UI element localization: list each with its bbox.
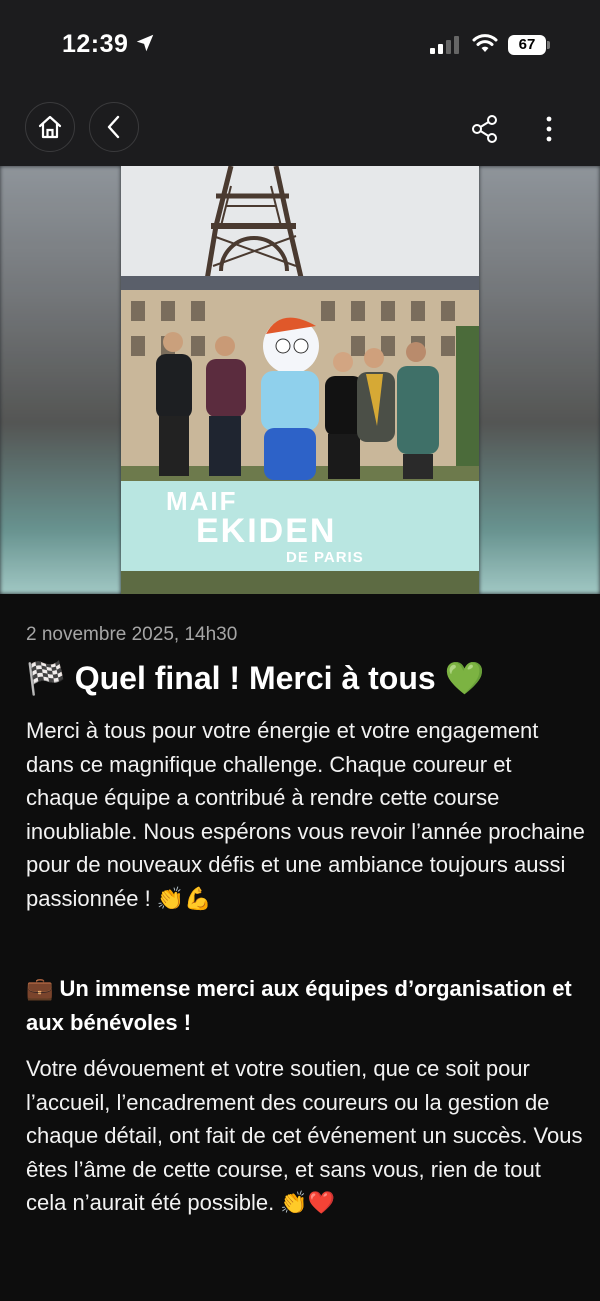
hero-image[interactable]: MAIF EKIDEN DE PARIS: [0, 166, 600, 594]
svg-text:DE PARIS: DE PARIS: [286, 549, 364, 566]
svg-text:EKIDEN: EKIDEN: [196, 512, 336, 550]
hero-blurred-background-right: [479, 166, 600, 594]
share-icon[interactable]: [470, 114, 500, 144]
more-vertical-icon[interactable]: [538, 114, 560, 144]
wifi-icon: [472, 34, 498, 52]
article-paragraph-2: Votre dévouement et votre soutien, que c…: [26, 1056, 583, 1215]
chevron-left-icon: [107, 115, 120, 139]
location-arrow-icon: [136, 34, 154, 52]
hero-blurred-background-left: [0, 166, 121, 594]
back-button[interactable]: [89, 102, 139, 152]
battery-indicator: 67: [508, 35, 546, 55]
battery-tip: [547, 41, 550, 49]
home-icon: [38, 115, 62, 139]
article-title: 🏁 Quel final ! Merci à tous 💚: [26, 660, 485, 696]
home-button[interactable]: [25, 102, 75, 152]
status-bar: 12:39 67: [0, 0, 600, 90]
cellular-signal-icon: [430, 34, 464, 54]
status-time: 12:39: [62, 30, 129, 58]
article-date: 2 novembre 2025, 14h30: [26, 624, 238, 645]
article-subtitle: 💼 Un immense merci aux équipes d’organis…: [26, 976, 572, 1035]
article-paragraph-1: Merci à tous pour votre énergie et votre…: [26, 718, 585, 911]
event-photo: MAIF EKIDEN DE PARIS: [121, 166, 479, 594]
top-navigation-bar: [0, 90, 600, 166]
